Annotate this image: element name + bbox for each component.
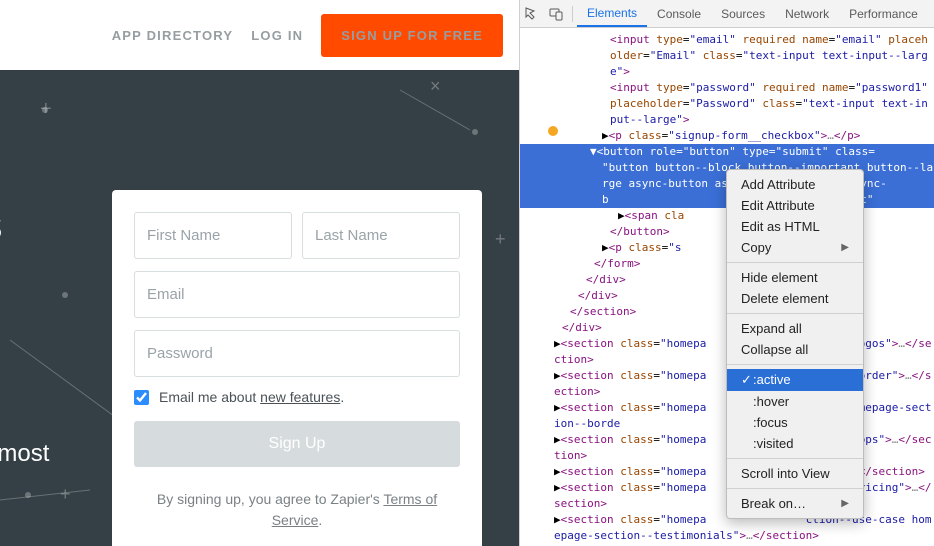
checkbox-label: Email me about	[159, 389, 260, 405]
tab-elements[interactable]: Elements	[577, 0, 647, 27]
ctx-break-on[interactable]: Break on…▶	[727, 493, 863, 514]
nav-login[interactable]: LOG IN	[251, 28, 303, 43]
ctx-pseudo-focus[interactable]: :focus	[727, 412, 863, 433]
top-nav: APP DIRECTORY LOG IN SIGN UP FOR FREE	[0, 0, 519, 70]
tos-text: By signing up, you agree to Zapier's Ter…	[134, 489, 460, 531]
devtools-tabbar: Elements Console Sources Network Perform…	[520, 0, 934, 28]
context-menu: Add Attribute Edit Attribute Edit as HTM…	[726, 169, 864, 519]
ctx-pseudo-hover[interactable]: :hover	[727, 391, 863, 412]
device-toggle-icon[interactable]	[544, 0, 568, 27]
signup-form-card: Email me about new features. Sign Up By …	[112, 190, 482, 546]
first-name-field[interactable]	[134, 212, 292, 259]
email-field[interactable]	[134, 271, 460, 318]
tab-performance[interactable]: Performance	[839, 0, 928, 27]
signup-submit-button[interactable]: Sign Up	[134, 421, 460, 467]
signup-cta-button[interactable]: SIGN UP FOR FREE	[321, 14, 503, 57]
tab-console[interactable]: Console	[647, 0, 711, 27]
new-features-link[interactable]: new features	[260, 389, 340, 405]
ctx-scroll-into-view[interactable]: Scroll into View	[727, 463, 863, 484]
svg-text:+: +	[60, 484, 71, 504]
ctx-edit-as-html[interactable]: Edit as HTML	[727, 216, 863, 237]
password-field[interactable]	[134, 330, 460, 377]
tab-sources[interactable]: Sources	[711, 0, 775, 27]
submenu-arrow-icon: ▶	[841, 498, 849, 509]
newsletter-checkbox[interactable]	[134, 390, 149, 405]
selected-node-indicator	[548, 126, 558, 136]
newsletter-checkbox-row[interactable]: Email me about new features.	[134, 389, 460, 405]
svg-text:+: +	[40, 98, 52, 120]
submenu-arrow-icon: ▶	[841, 242, 849, 253]
hero-bg-text: ps	[0, 200, 2, 250]
ctx-collapse-all[interactable]: Collapse all	[727, 339, 863, 360]
hero-bg-text: our most	[0, 440, 49, 468]
ctx-pseudo-visited[interactable]: :visited	[727, 433, 863, 454]
ctx-add-attribute[interactable]: Add Attribute	[727, 174, 863, 195]
inspect-icon[interactable]	[520, 0, 544, 27]
svg-text:+: +	[495, 229, 506, 249]
nav-app-directory[interactable]: APP DIRECTORY	[112, 28, 234, 43]
ctx-hide-element[interactable]: Hide element	[727, 267, 863, 288]
last-name-field[interactable]	[302, 212, 460, 259]
hero-section: ps pier our most + × + +	[0, 70, 519, 546]
ctx-edit-attribute[interactable]: Edit Attribute	[727, 195, 863, 216]
ctx-delete-element[interactable]: Delete element	[727, 288, 863, 309]
tab-network[interactable]: Network	[775, 0, 839, 27]
ctx-copy[interactable]: Copy▶	[727, 237, 863, 258]
check-icon: ✓	[741, 372, 753, 388]
ctx-expand-all[interactable]: Expand all	[727, 318, 863, 339]
ctx-pseudo-active[interactable]: ✓:active	[727, 369, 863, 391]
svg-text:×: ×	[430, 76, 441, 96]
